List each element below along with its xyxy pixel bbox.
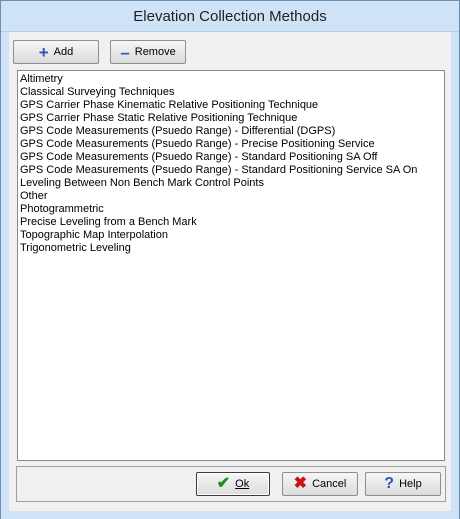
minus-icon: –	[120, 42, 130, 62]
add-button[interactable]: + Add	[13, 40, 99, 64]
remove-button[interactable]: – Remove	[110, 40, 186, 64]
list-item[interactable]: Altimetry	[20, 73, 444, 86]
list-item[interactable]: Precise Leveling from a Bench Mark	[20, 216, 444, 229]
cancel-button[interactable]: ✖ Cancel	[282, 472, 358, 496]
list-item[interactable]: GPS Code Measurements (Psuedo Range) - S…	[20, 164, 444, 177]
question-mark-icon: ?	[384, 475, 395, 492]
list-item[interactable]: GPS Code Measurements (Psuedo Range) - S…	[20, 151, 444, 164]
list-item[interactable]: GPS Carrier Phase Kinematic Relative Pos…	[20, 99, 444, 112]
list-item[interactable]: Classical Surveying Techniques	[20, 86, 444, 99]
title-bar[interactable]: Elevation Collection Methods	[1, 1, 459, 32]
window-frame-right	[451, 32, 459, 511]
list-item[interactable]: Other	[20, 190, 444, 203]
checkmark-icon: ✔	[216, 475, 231, 492]
button-panel: ✔ Ok ✖ Cancel ? Help	[16, 466, 446, 502]
help-button-label: Help	[399, 478, 422, 490]
window-title: Elevation Collection Methods	[133, 8, 327, 25]
add-button-label: Add	[53, 46, 74, 58]
list-item[interactable]: GPS Code Measurements (Psuedo Range) - P…	[20, 138, 444, 151]
x-icon: ✖	[293, 475, 308, 492]
window-frame-bottom	[1, 511, 459, 519]
dialog-content: + Add – Remove Altimetry Classical Surve…	[9, 32, 451, 511]
window-frame-left	[1, 32, 9, 511]
list-item[interactable]: Photogrammetric	[20, 203, 444, 216]
list-item[interactable]: Leveling Between Non Bench Mark Control …	[20, 177, 444, 190]
dialog-window: Elevation Collection Methods + Add – Rem…	[0, 0, 460, 519]
methods-list[interactable]: Altimetry Classical Surveying Techniques…	[17, 70, 445, 461]
list-item[interactable]: Trigonometric Leveling	[20, 242, 444, 255]
ok-button[interactable]: ✔ Ok	[196, 472, 270, 496]
list-item[interactable]: Topographic Map Interpolation	[20, 229, 444, 242]
help-button[interactable]: ? Help	[365, 472, 441, 496]
list-item[interactable]: GPS Code Measurements (Psuedo Range) - D…	[20, 125, 444, 138]
ok-button-label: Ok	[235, 478, 250, 490]
list-item[interactable]: GPS Carrier Phase Static Relative Positi…	[20, 112, 444, 125]
plus-icon: +	[38, 42, 49, 62]
remove-button-label: Remove	[134, 46, 176, 58]
cancel-button-label: Cancel	[312, 478, 347, 490]
